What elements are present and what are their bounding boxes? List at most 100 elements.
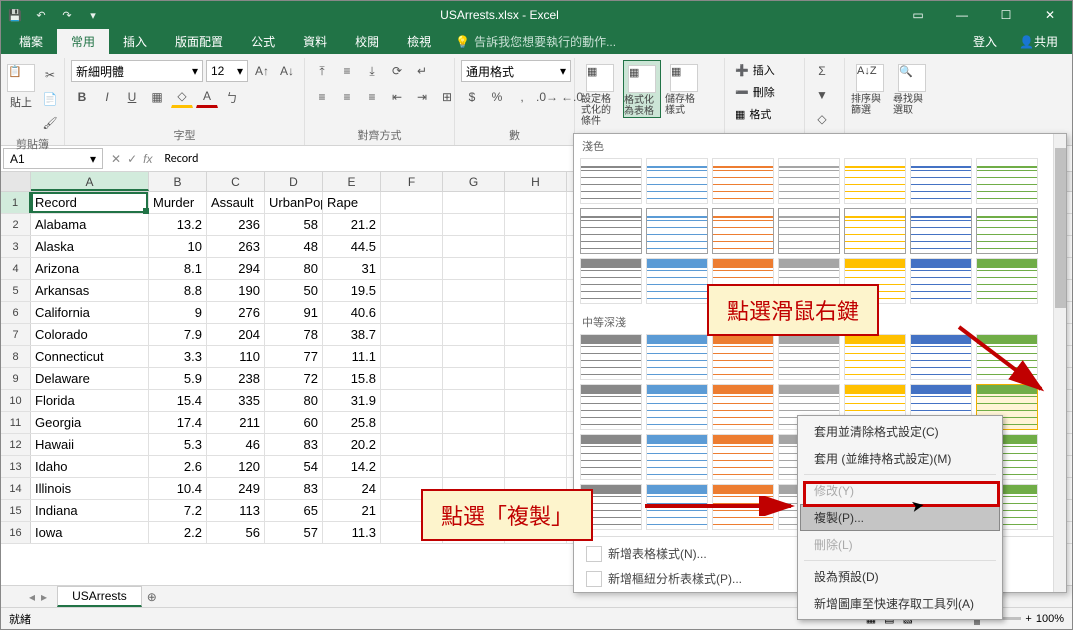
cell[interactable]: Arizona — [31, 258, 149, 279]
cell[interactable]: Iowa — [31, 522, 149, 543]
prev-sheet-icon[interactable]: ◂ — [29, 590, 35, 604]
cell[interactable] — [443, 258, 505, 279]
cell[interactable]: 40.6 — [323, 302, 381, 323]
shrink-font-icon[interactable]: A↓ — [276, 60, 298, 82]
cell[interactable]: 25.8 — [323, 412, 381, 433]
cell[interactable]: 2.2 — [149, 522, 207, 543]
cm-duplicate[interactable]: 複製(P)... — [800, 504, 1000, 531]
row-header[interactable]: 12 — [1, 434, 31, 455]
border-button[interactable]: ▦ — [146, 86, 168, 108]
tab-layout[interactable]: 版面配置 — [161, 29, 237, 54]
table-style-swatch[interactable] — [712, 158, 774, 204]
cell[interactable] — [381, 258, 443, 279]
increase-decimal-icon[interactable]: .0→ — [536, 86, 558, 108]
table-style-swatch[interactable] — [844, 158, 906, 204]
wrap-text-icon[interactable]: ↵ — [411, 60, 433, 82]
table-style-swatch[interactable] — [646, 434, 708, 480]
cell[interactable]: 91 — [265, 302, 323, 323]
cell[interactable] — [381, 412, 443, 433]
bold-button[interactable]: B — [71, 86, 93, 108]
cell[interactable]: Colorado — [31, 324, 149, 345]
cell[interactable]: 80 — [265, 390, 323, 411]
cell[interactable] — [443, 236, 505, 257]
next-sheet-icon[interactable]: ▸ — [41, 590, 47, 604]
cell[interactable] — [505, 280, 567, 301]
cell[interactable]: 21 — [323, 500, 381, 521]
cell[interactable] — [443, 368, 505, 389]
table-style-swatch[interactable] — [910, 208, 972, 254]
align-top-icon[interactable]: ⤒ — [311, 60, 333, 82]
cell[interactable]: 5.3 — [149, 434, 207, 455]
align-left-icon[interactable]: ≡ — [311, 86, 333, 108]
minimize-icon[interactable]: — — [940, 1, 984, 29]
orientation-icon[interactable]: ⟳ — [386, 60, 408, 82]
cell[interactable] — [381, 346, 443, 367]
cell[interactable]: 15.4 — [149, 390, 207, 411]
paste-button[interactable]: 📋 貼上 — [7, 60, 35, 110]
cell[interactable]: 44.5 — [323, 236, 381, 257]
cell[interactable] — [505, 346, 567, 367]
cell[interactable]: 7.9 — [149, 324, 207, 345]
table-style-swatch[interactable] — [580, 434, 642, 480]
table-style-swatch[interactable] — [712, 384, 774, 430]
col-header[interactable]: A — [31, 172, 149, 191]
align-center-icon[interactable]: ≡ — [336, 86, 358, 108]
row-header[interactable]: 6 — [1, 302, 31, 323]
table-style-swatch[interactable] — [844, 334, 906, 380]
cell[interactable]: 72 — [265, 368, 323, 389]
row-header[interactable]: 3 — [1, 236, 31, 257]
cell[interactable]: 17.4 — [149, 412, 207, 433]
tab-review[interactable]: 校閱 — [341, 29, 393, 54]
table-style-swatch[interactable] — [778, 208, 840, 254]
cm-set-default[interactable]: 設為預設(D) — [800, 563, 1000, 590]
table-style-swatch[interactable] — [844, 208, 906, 254]
italic-button[interactable]: I — [96, 86, 118, 108]
currency-icon[interactable]: $ — [461, 86, 483, 108]
cell[interactable] — [381, 214, 443, 235]
cell[interactable]: 236 — [207, 214, 265, 235]
cell[interactable]: 2.6 — [149, 456, 207, 477]
cell[interactable] — [505, 390, 567, 411]
grow-font-icon[interactable]: A↑ — [251, 60, 273, 82]
table-style-swatch[interactable] — [976, 208, 1038, 254]
table-style-swatch[interactable] — [646, 334, 708, 380]
table-style-swatch[interactable] — [712, 334, 774, 380]
cell[interactable]: 15.8 — [323, 368, 381, 389]
cell[interactable]: 120 — [207, 456, 265, 477]
align-right-icon[interactable]: ≡ — [361, 86, 383, 108]
conditional-format-button[interactable]: ▦ 設定格式化的條件 — [581, 60, 619, 127]
cell[interactable] — [381, 324, 443, 345]
cell[interactable]: 204 — [207, 324, 265, 345]
redo-icon[interactable]: ↷ — [57, 5, 77, 25]
cell[interactable] — [505, 214, 567, 235]
fx-icon[interactable]: fx — [143, 152, 152, 166]
cell[interactable]: 65 — [265, 500, 323, 521]
cell[interactable] — [381, 368, 443, 389]
cell[interactable]: Connecticut — [31, 346, 149, 367]
table-style-swatch[interactable] — [778, 334, 840, 380]
cell[interactable]: Record — [31, 192, 149, 213]
cell[interactable]: 31.9 — [323, 390, 381, 411]
tell-me[interactable]: 💡 告訴我您想要執行的動作... — [455, 33, 616, 50]
cell[interactable] — [381, 280, 443, 301]
insert-cells-button[interactable]: ➕插入 — [731, 60, 779, 80]
cell[interactable]: Alaska — [31, 236, 149, 257]
cell[interactable] — [381, 434, 443, 455]
row-header[interactable]: 1 — [1, 192, 31, 213]
ribbon-options-icon[interactable]: ▭ — [896, 1, 940, 29]
row-header[interactable]: 7 — [1, 324, 31, 345]
indent-increase-icon[interactable]: ⇥ — [411, 86, 433, 108]
fill-icon[interactable]: ▼ — [811, 84, 833, 106]
cell[interactable] — [505, 192, 567, 213]
table-style-swatch[interactable] — [580, 384, 642, 430]
cell[interactable]: 20.2 — [323, 434, 381, 455]
cell[interactable]: UrbanPop — [265, 192, 323, 213]
row-header[interactable]: 15 — [1, 500, 31, 521]
comma-icon[interactable]: , — [511, 86, 533, 108]
table-style-swatch[interactable] — [580, 208, 642, 254]
tab-formulas[interactable]: 公式 — [237, 29, 289, 54]
col-header[interactable]: C — [207, 172, 265, 191]
row-header[interactable]: 8 — [1, 346, 31, 367]
cm-apply-keep[interactable]: 套用 (並維持格式設定)(M) — [800, 445, 1000, 472]
cell[interactable]: 294 — [207, 258, 265, 279]
